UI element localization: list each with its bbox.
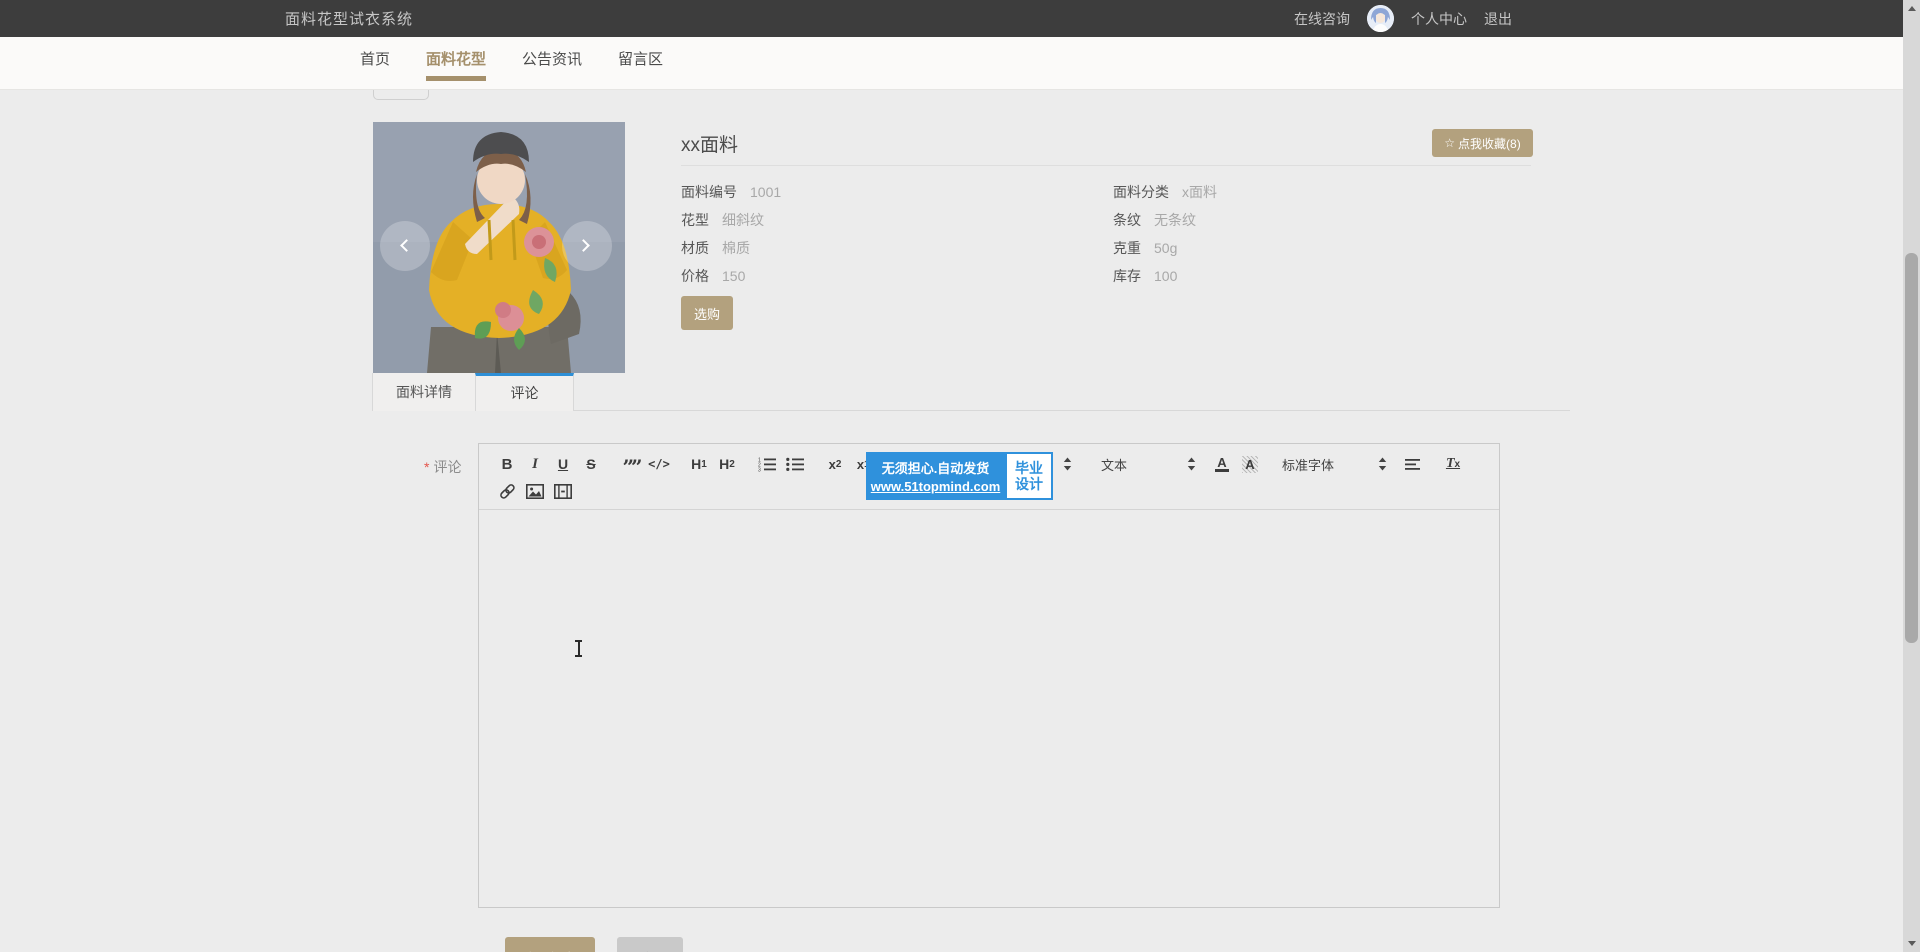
underline-button[interactable]: U <box>549 453 577 475</box>
nav-item-home[interactable]: 首页 <box>360 37 390 81</box>
line-height-dropdown-arrow[interactable] <box>1053 453 1081 475</box>
favorite-button[interactable]: ☆ 点我收藏(8) <box>1432 129 1533 157</box>
nav-item-fabric-pattern[interactable]: 面料花型 <box>426 37 486 81</box>
font-family-dropdown[interactable]: 标准字体 <box>1282 453 1387 475</box>
field-pattern: 花型 细斜纹 <box>681 206 781 234</box>
watermark-badge: 毕业 设计 <box>1005 452 1053 500</box>
alignment-button[interactable] <box>1399 453 1427 475</box>
field-stripe: 条纹 无条纹 <box>1113 206 1217 234</box>
link-icon <box>499 483 516 500</box>
page: 面料花型试衣系统 在线咨询 个人中心 退出 首页 面料花型 公告资讯 留言区 <box>0 0 1920 952</box>
video-icon <box>554 484 572 499</box>
updown-arrow-icon <box>1378 457 1387 471</box>
blockquote-button[interactable]: ”” <box>617 453 645 475</box>
star-icon: ☆ <box>1444 136 1455 150</box>
app-title: 面料花型试衣系统 <box>285 8 413 29</box>
product-fields-left: 面料编号 1001 花型 细斜纹 材质 棉质 价格 150 <box>681 178 781 290</box>
text-cursor-icon <box>574 640 583 657</box>
favorite-label: 点我收藏(8) <box>1458 135 1521 152</box>
user-avatar[interactable] <box>1367 5 1394 32</box>
triangle-up-icon <box>1908 6 1916 11</box>
reset-button[interactable]: 重置 <box>617 937 683 952</box>
watermark-ad-text[interactable]: 无须担心.自动发货 www.51topmind.com <box>866 452 1005 500</box>
unordered-list-icon <box>786 457 804 472</box>
chevron-left-icon <box>400 239 413 252</box>
paragraph-format-dropdown[interactable]: 文本 <box>1101 453 1196 475</box>
buy-button[interactable]: 选购 <box>681 296 733 330</box>
svg-text:3: 3 <box>758 467 761 472</box>
field-fabric-code: 面料编号 1001 <box>681 178 781 206</box>
detail-tabbar: 面料详情 评论 <box>372 373 1570 411</box>
tab-comments[interactable]: 评论 <box>475 373 574 411</box>
topbar: 面料花型试衣系统 在线咨询 个人中心 退出 <box>0 0 1903 37</box>
watermark-ad[interactable]: 无须担心.自动发货 www.51topmind.com 毕业 设计 <box>866 452 1053 500</box>
comment-field-label: *评论 <box>424 457 461 477</box>
product-image-carousel <box>373 122 625 373</box>
scrollbar-up-button[interactable] <box>1903 0 1920 17</box>
profile-link[interactable]: 个人中心 <box>1411 9 1467 29</box>
editor-content-area[interactable] <box>479 510 1499 910</box>
field-category: 面料分类 x面料 <box>1113 178 1217 206</box>
title-divider <box>681 165 1531 166</box>
italic-button[interactable]: I <box>521 453 549 475</box>
page-scrollbar[interactable] <box>1903 0 1920 952</box>
product-fields-right: 面料分类 x面料 条纹 无条纹 克重 50g 库存 100 <box>1113 178 1217 290</box>
field-stock: 库存 100 <box>1113 262 1217 290</box>
avatar-image <box>1367 5 1394 32</box>
strikethrough-button[interactable]: S <box>577 453 605 475</box>
heading2-button[interactable]: H2 <box>713 453 741 475</box>
updown-arrow-icon <box>1063 457 1072 471</box>
image-button[interactable] <box>521 480 549 502</box>
scrollbar-down-button[interactable] <box>1903 935 1920 952</box>
tab-fabric-detail[interactable]: 面料详情 <box>372 373 475 411</box>
field-price: 价格 150 <box>681 262 781 290</box>
code-button[interactable]: </> <box>645 453 673 475</box>
triangle-down-icon <box>1908 941 1916 946</box>
updown-arrow-icon <box>1187 457 1196 471</box>
unordered-list-button[interactable] <box>781 453 809 475</box>
field-weight: 克重 50g <box>1113 234 1217 262</box>
nav-item-message-board[interactable]: 留言区 <box>618 37 663 81</box>
carousel-prev-button[interactable] <box>380 221 430 271</box>
topbar-right: 在线咨询 个人中心 退出 <box>1294 5 1512 32</box>
link-button[interactable] <box>493 480 521 502</box>
font-color-button[interactable]: A <box>1208 453 1236 475</box>
align-icon <box>1405 458 1422 471</box>
ordered-list-button[interactable]: 1 2 3 <box>753 453 781 475</box>
submit-button[interactable]: 立即提交 <box>505 937 595 952</box>
field-material: 材质 棉质 <box>681 234 781 262</box>
comment-editor: B I U S ”” </> H1 H2 1 2 3 <box>478 443 1500 908</box>
subscript-button[interactable]: x2 <box>821 453 849 475</box>
background-color-button[interactable]: A <box>1236 453 1264 475</box>
scrollbar-thumb[interactable] <box>1905 253 1918 643</box>
clear-format-button[interactable]: Tx <box>1439 453 1467 475</box>
main-nav: 首页 面料花型 公告资讯 留言区 <box>0 37 1903 90</box>
carousel-next-button[interactable] <box>562 221 612 271</box>
product-title: xx面料 <box>681 130 738 157</box>
watermark-url: www.51topmind.com <box>871 479 1001 494</box>
nav-item-news[interactable]: 公告资讯 <box>522 37 582 81</box>
online-service-link[interactable]: 在线咨询 <box>1294 9 1350 29</box>
partial-cutoff-button[interactable] <box>373 90 429 100</box>
video-button[interactable] <box>549 480 577 502</box>
required-mark: * <box>424 459 429 475</box>
ordered-list-icon: 1 2 3 <box>758 457 776 472</box>
bold-button[interactable]: B <box>493 453 521 475</box>
chevron-right-icon <box>577 239 590 252</box>
heading1-button[interactable]: H1 <box>685 453 713 475</box>
image-icon <box>526 484 544 499</box>
logout-link[interactable]: 退出 <box>1484 9 1512 29</box>
